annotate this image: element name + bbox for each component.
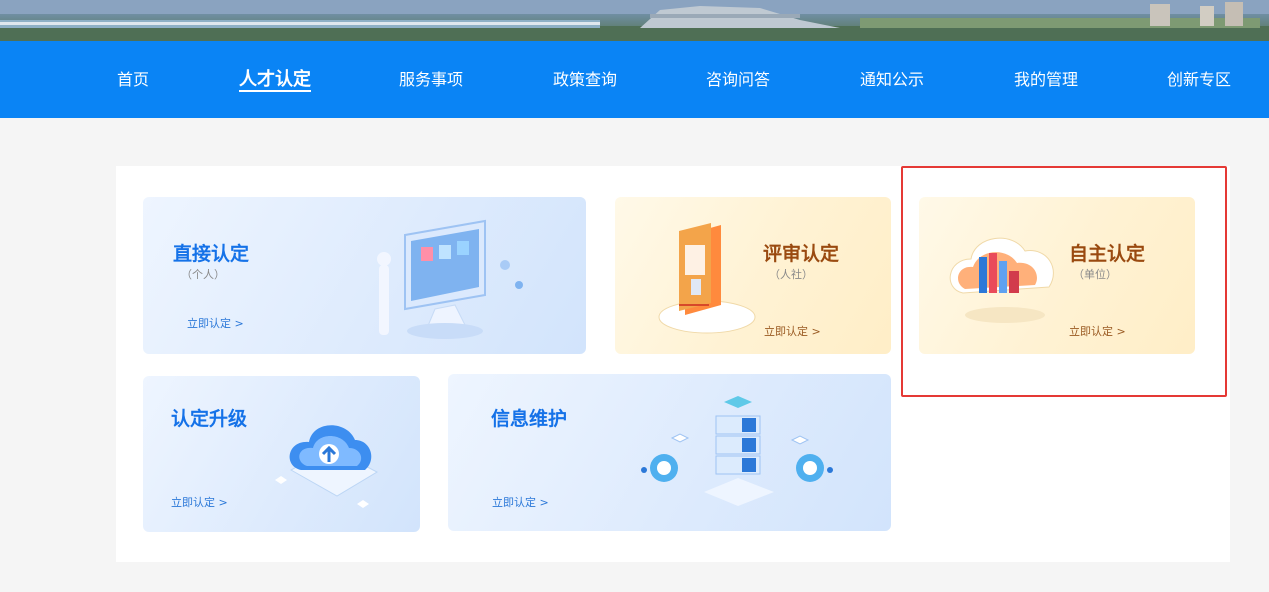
card-certification-upgrade[interactable]: 认定升级 立即认定 >: [143, 376, 420, 532]
certify-now-link[interactable]: 立即认定 >: [1069, 323, 1126, 339]
card-title: 信息维护: [491, 408, 568, 430]
header-banner: [0, 0, 1269, 41]
certify-now-link[interactable]: 立即认定 >: [171, 494, 228, 510]
card-review-certification[interactable]: 评审认定 （人社） 立即认定 >: [615, 197, 891, 354]
nav-item-notice[interactable]: 通知公示: [860, 41, 924, 118]
server-network-icon: [641, 396, 833, 506]
nav-item-services[interactable]: 服务事项: [399, 41, 463, 118]
monitor-person-icon: [377, 219, 523, 339]
certify-now-link[interactable]: 立即认定 >: [187, 315, 244, 331]
document-stand-icon: [658, 223, 756, 334]
card-title: 直接认定: [173, 243, 250, 265]
cloud-upload-icon: [275, 425, 379, 508]
card-title: 评审认定: [763, 243, 840, 265]
nav-item-my-manage[interactable]: 我的管理: [1014, 41, 1078, 118]
card-direct-certification[interactable]: 直接认定 （个人） 立即认定 >: [143, 197, 586, 354]
card-subtitle: （人社）: [769, 268, 813, 281]
city-skyline-image: [0, 0, 1269, 41]
main-nav: 首页 人才认定 服务事项 政策查询 咨询问答 通知公示 我的管理 创新专区: [0, 41, 1269, 118]
card-title: 自主认定: [1069, 243, 1146, 265]
card-title: 认定升级: [171, 408, 248, 430]
card-self-certification[interactable]: 自主认定 （单位） 立即认定 >: [919, 197, 1195, 354]
card-info-maintenance[interactable]: 信息维护 立即认定 >: [448, 374, 891, 531]
card-subtitle: （个人）: [181, 268, 225, 281]
nav-item-innovation[interactable]: 创新专区: [1167, 41, 1231, 118]
nav-item-talent-certification[interactable]: 人才认定: [239, 41, 311, 118]
nav-item-policy[interactable]: 政策查询: [553, 41, 617, 118]
certify-now-link[interactable]: 立即认定 >: [492, 494, 549, 510]
nav-item-consult[interactable]: 咨询问答: [706, 41, 770, 118]
cloud-books-icon: [949, 237, 1054, 323]
card-subtitle: （单位）: [1073, 268, 1117, 281]
certify-now-link[interactable]: 立即认定 >: [764, 323, 821, 339]
nav-item-home[interactable]: 首页: [117, 41, 149, 118]
